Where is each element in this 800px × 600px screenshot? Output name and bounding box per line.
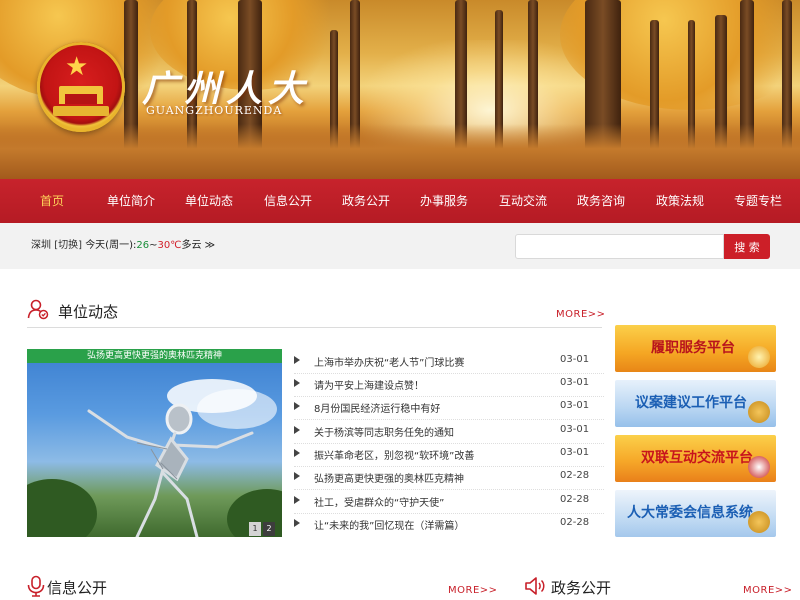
nav-item-dynamics[interactable]: 单位动态: [169, 179, 249, 223]
site-subtitle: GUANGZHOURENDA: [146, 104, 283, 117]
news-date: 03-01: [560, 354, 590, 365]
slider-page-1[interactable]: 1: [249, 522, 261, 536]
bullet-arrow-icon: [294, 472, 300, 480]
speaker-icon: [525, 577, 545, 595]
bullet-arrow-icon: [294, 496, 300, 504]
nav-item-about[interactable]: 单位简介: [91, 179, 171, 223]
featured-news-image[interactable]: 弘扬更高更快更强的奥林匹克精神: [27, 349, 282, 537]
nav-item-interaction[interactable]: 互动交流: [483, 179, 563, 223]
duty-service-platform-banner[interactable]: 履职服务平台: [615, 325, 776, 372]
news-title[interactable]: 请为平安上海建设点赞！: [314, 377, 424, 392]
weather-city: 深圳: [31, 240, 51, 251]
more-link-dynamics[interactable]: MORE>>: [556, 309, 606, 320]
banner-label: 议案建议工作平台: [635, 395, 747, 411]
sun-icon: [748, 346, 770, 368]
news-date: 03-01: [560, 424, 590, 435]
nav-item-consult[interactable]: 政务咨询: [561, 179, 641, 223]
news-list-item[interactable]: 社工，受虐群众的“守护天使” 02-28: [294, 491, 604, 514]
bullet-arrow-icon: [294, 379, 300, 387]
section-title-info-public: 信息公开: [47, 579, 108, 597]
bullet-arrow-icon: [294, 449, 300, 457]
slider-page-2[interactable]: 2: [263, 522, 275, 536]
bullet-arrow-icon: [294, 519, 300, 527]
nav-item-policy[interactable]: 政策法规: [640, 179, 720, 223]
city-switch-link[interactable]: [切换]: [54, 240, 82, 251]
more-link-info-public[interactable]: MORE>>: [448, 585, 498, 596]
news-title[interactable]: 弘扬更高更快更强的奥林匹克精神: [314, 470, 464, 485]
tower-icon: [748, 456, 770, 478]
bullet-arrow-icon: [294, 426, 300, 434]
section-title-gov-public: 政务公开: [551, 579, 612, 597]
news-list-item[interactable]: 上海市举办庆祝“老人节”门球比赛 03-01: [294, 351, 604, 374]
user-icon: [27, 299, 49, 320]
news-date: 02-28: [560, 494, 590, 505]
news-title[interactable]: 8月份国民经济运行稳中有好: [314, 400, 440, 415]
weather-condition: 多云: [181, 240, 202, 251]
temp-low: 26: [136, 240, 150, 251]
nav-item-home[interactable]: 首页: [12, 179, 92, 223]
emblem-base: [53, 106, 109, 116]
proposal-platform-banner[interactable]: 议案建议工作平台: [615, 380, 776, 427]
news-title[interactable]: 让“未来的我”回忆现在（洋需篇）: [314, 517, 464, 532]
star-icon: ★: [65, 52, 89, 82]
banner-ground: [0, 124, 800, 179]
info-bar: 深圳 [切换] 今天(周一):26~30℃多云 ≫ 搜 索: [0, 223, 800, 269]
news-date: 02-28: [560, 470, 590, 481]
news-date: 02-28: [560, 517, 590, 528]
news-date: 03-01: [560, 447, 590, 458]
info-system-banner[interactable]: 人大常委会信息系统: [615, 490, 776, 537]
runner-sculpture: [87, 403, 254, 537]
section-title-dynamics: 单位动态: [58, 303, 119, 321]
lion-icon: [748, 511, 770, 533]
news-list-item[interactable]: 弘扬更高更快更强的奥林匹克精神 02-28: [294, 467, 604, 490]
main-nav: 首页 单位简介 单位动态 信息公开 政务公开 办事服务 互动交流 政务咨询 政策…: [0, 179, 800, 223]
bullet-arrow-icon: [294, 402, 300, 410]
lion-icon: [748, 401, 770, 423]
news-list-item[interactable]: 让“未来的我”回忆现在（洋需篇） 02-28: [294, 514, 604, 537]
news-list-item[interactable]: 请为平安上海建设点赞！ 03-01: [294, 374, 604, 397]
search-button[interactable]: 搜 索: [724, 234, 770, 259]
weather-more-icon[interactable]: ≫: [205, 240, 215, 251]
temp-high: 30℃: [157, 240, 182, 251]
nav-item-services[interactable]: 办事服务: [404, 179, 484, 223]
banner-label: 人大常委会信息系统: [627, 505, 753, 521]
news-list-item[interactable]: 8月份国民经济运行稳中有好 03-01: [294, 397, 604, 420]
banner-label: 双联互动交流平台: [641, 450, 753, 466]
search-input[interactable]: [515, 234, 724, 259]
national-emblem-logo[interactable]: ★: [37, 42, 125, 132]
news-title[interactable]: 振兴革命老区，别忽视“软环境”改善: [314, 447, 474, 462]
more-link-gov-public[interactable]: MORE>>: [743, 585, 793, 596]
banner-label: 履职服务平台: [651, 340, 735, 356]
news-title[interactable]: 社工，受虐群众的“守护天使”: [314, 494, 444, 509]
interaction-platform-banner[interactable]: 双联互动交流平台: [615, 435, 776, 482]
feature-caption[interactable]: 弘扬更高更快更强的奥林匹克精神: [27, 349, 282, 363]
weather-today-label: 今天(周一):: [85, 240, 137, 251]
nav-item-topics[interactable]: 专题专栏: [718, 179, 798, 223]
news-date: 03-01: [560, 400, 590, 411]
nav-item-gov-public[interactable]: 政务公开: [326, 179, 406, 223]
header-banner: ★ 广州人大 GUANGZHOURENDA: [0, 0, 800, 179]
nav-item-info-public[interactable]: 信息公开: [248, 179, 328, 223]
gate-icon: [59, 86, 103, 104]
microphone-icon: [27, 575, 45, 597]
news-title[interactable]: 上海市举办庆祝“老人节”门球比赛: [314, 354, 464, 369]
weather-widget: 深圳 [切换] 今天(周一):26~30℃多云 ≫: [31, 236, 215, 251]
section-divider: [27, 327, 602, 328]
news-title[interactable]: 关于杨滨等同志职务任免的通知: [314, 424, 454, 439]
news-date: 03-01: [560, 377, 590, 388]
news-list-item[interactable]: 振兴革命老区，别忽视“软环境”改善 03-01: [294, 444, 604, 467]
news-list-item[interactable]: 关于杨滨等同志职务任免的通知 03-01: [294, 421, 604, 444]
bullet-arrow-icon: [294, 356, 300, 364]
